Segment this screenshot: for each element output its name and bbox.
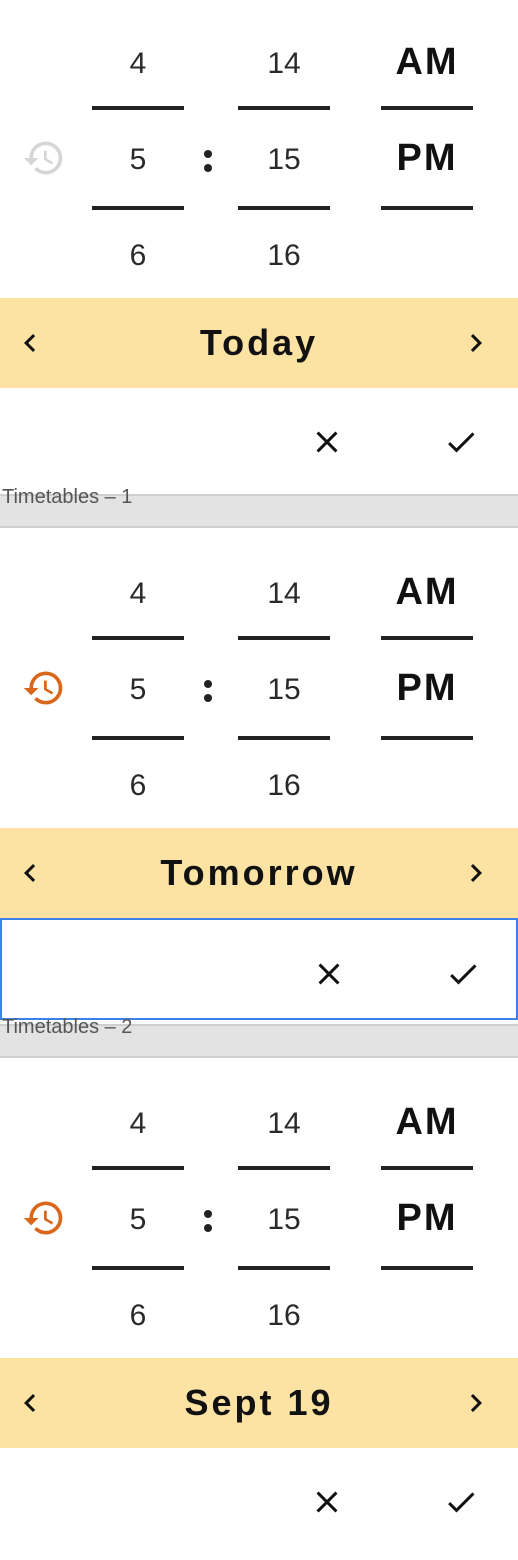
ampm-selected[interactable]: PM	[381, 1198, 473, 1238]
history-icon[interactable]	[22, 1196, 66, 1240]
selection-line	[238, 106, 330, 110]
selection-line	[92, 106, 184, 110]
selection-line	[238, 736, 330, 740]
minute-option[interactable]: 14	[238, 1104, 330, 1144]
action-row	[0, 918, 518, 1020]
hour-wheel[interactable]: 4 5 6	[92, 1060, 184, 1358]
section-label: Timetables – 1	[2, 486, 133, 508]
selection-line	[92, 206, 184, 210]
selection-line	[381, 1266, 473, 1270]
selection-line	[238, 206, 330, 210]
minute-selected[interactable]: 15	[238, 140, 330, 180]
chevron-left-icon[interactable]	[12, 855, 48, 891]
close-icon[interactable]	[309, 424, 345, 460]
date-label: Sept 19	[184, 1382, 334, 1423]
selection-line	[381, 636, 473, 640]
hour-option[interactable]: 4	[92, 44, 184, 84]
minute-option[interactable]: 16	[238, 236, 330, 276]
selection-line	[92, 1166, 184, 1170]
time-picker: 4 5 6 14 15 16 AM PM	[0, 1060, 518, 1358]
time-colon	[203, 1206, 213, 1234]
ampm-option[interactable]: AM	[381, 572, 473, 612]
hour-option[interactable]: 6	[92, 766, 184, 806]
minute-selected[interactable]: 15	[238, 670, 330, 710]
minute-selected[interactable]: 15	[238, 1200, 330, 1240]
ampm-wheel[interactable]: AM PM	[381, 0, 473, 298]
date-bar: Tomorrow	[0, 828, 518, 918]
hour-option[interactable]: 4	[92, 574, 184, 614]
selection-line	[381, 736, 473, 740]
ampm-selected[interactable]: PM	[381, 668, 473, 708]
ampm-option[interactable]: AM	[381, 1102, 473, 1142]
ampm-selected[interactable]: PM	[381, 138, 473, 178]
selection-line	[381, 1166, 473, 1170]
minute-option[interactable]: 16	[238, 1296, 330, 1336]
time-picker-panel: 4 5 6 14 15 16 AM PM Tomorrow	[0, 530, 518, 1020]
check-icon[interactable]	[443, 424, 479, 460]
ampm-option[interactable]: AM	[381, 42, 473, 82]
hour-wheel[interactable]: 4 5 6	[92, 0, 184, 298]
hour-option[interactable]: 4	[92, 1104, 184, 1144]
chevron-left-icon[interactable]	[12, 1385, 48, 1421]
selection-line	[381, 106, 473, 110]
date-bar: Today	[0, 298, 518, 388]
history-icon[interactable]	[22, 136, 66, 180]
action-row	[0, 388, 518, 490]
selection-line	[92, 736, 184, 740]
selection-line	[238, 1166, 330, 1170]
date-label: Tomorrow	[160, 852, 358, 893]
selection-line	[92, 636, 184, 640]
date-bar: Sept 19	[0, 1358, 518, 1448]
action-row	[0, 1448, 518, 1550]
history-icon[interactable]	[22, 666, 66, 710]
section-separator: Timetables – 1	[0, 486, 518, 528]
selection-line	[238, 1266, 330, 1270]
chevron-left-icon[interactable]	[12, 325, 48, 361]
selection-line	[92, 1266, 184, 1270]
time-picker: 4 5 6 14 15 16 AM PM	[0, 0, 518, 298]
chevron-right-icon[interactable]	[458, 325, 494, 361]
hour-selected[interactable]: 5	[92, 1200, 184, 1240]
minute-wheel[interactable]: 14 15 16	[238, 1060, 330, 1358]
selection-line	[238, 636, 330, 640]
check-icon[interactable]	[445, 956, 481, 992]
close-icon[interactable]	[309, 1484, 345, 1520]
check-icon[interactable]	[443, 1484, 479, 1520]
hour-option[interactable]: 6	[92, 1296, 184, 1336]
selection-line	[381, 206, 473, 210]
minute-option[interactable]: 14	[238, 574, 330, 614]
section-separator: Timetables – 2	[0, 1016, 518, 1058]
chevron-right-icon[interactable]	[458, 855, 494, 891]
hour-selected[interactable]: 5	[92, 140, 184, 180]
hour-selected[interactable]: 5	[92, 670, 184, 710]
hour-wheel[interactable]: 4 5 6	[92, 530, 184, 828]
ampm-wheel[interactable]: AM PM	[381, 530, 473, 828]
hour-option[interactable]: 6	[92, 236, 184, 276]
ampm-wheel[interactable]: AM PM	[381, 1060, 473, 1358]
time-picker-panel: 4 5 6 14 15 16 AM PM Sept 19	[0, 1060, 518, 1550]
chevron-right-icon[interactable]	[458, 1385, 494, 1421]
section-label: Timetables – 2	[2, 1016, 133, 1038]
time-picker-panel: 4 5 6 14 15 16 AM PM Today	[0, 0, 518, 490]
time-colon	[203, 676, 213, 704]
minute-wheel[interactable]: 14 15 16	[238, 530, 330, 828]
minute-wheel[interactable]: 14 15 16	[238, 0, 330, 298]
minute-option[interactable]: 14	[238, 44, 330, 84]
time-picker: 4 5 6 14 15 16 AM PM	[0, 530, 518, 828]
time-colon	[203, 146, 213, 174]
close-icon[interactable]	[311, 956, 347, 992]
date-label: Today	[199, 322, 319, 363]
minute-option[interactable]: 16	[238, 766, 330, 806]
